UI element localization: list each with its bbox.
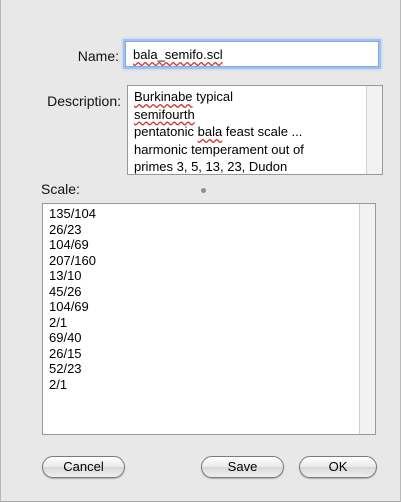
scale-list: 135/104 26/23 104/69 207/160 13/10 45/26 104/6… — [49, 206, 96, 392]
description-text: Burkinabe typical semifourth pentatonic b… — [134, 88, 369, 174]
misspelled-word: Burkinabe — [134, 89, 193, 104]
name-value: bala_semifo.scl — [133, 47, 223, 62]
description-line: Burkinabe typical — [134, 88, 369, 106]
scale-textarea[interactable]: 135/104 26/23 104/69 207/160 13/10 45/26 104/6… — [42, 203, 376, 435]
description-textarea[interactable]: Burkinabe typical semifourth pentatonic b… — [127, 85, 383, 175]
scale-value: 45/26 — [49, 283, 82, 299]
ok-button[interactable]: OK — [299, 456, 377, 478]
scale-value: 69/40 — [49, 330, 82, 345]
description-line: primes 3, 5, 13, 23, Dudon — [134, 158, 369, 174]
scale-value: 2/1 — [49, 314, 68, 330]
scale-value: 26/23 — [49, 221, 82, 237]
scale-value: 26/15 — [49, 345, 82, 361]
scale-value: 2/1 — [49, 376, 68, 392]
description-scrollbar[interactable] — [366, 86, 382, 174]
name-field[interactable]: bala_semifo.scl — [125, 41, 379, 67]
scale-value: 52/23 — [49, 361, 82, 376]
scale-value: 207/160 — [49, 252, 96, 268]
description-text-segment: pentatonic — [134, 124, 198, 139]
scale-label: Scale: — [41, 181, 80, 197]
save-button[interactable]: Save — [201, 456, 284, 478]
scale-value: 135/104 — [49, 206, 96, 221]
description-line: semifourth — [134, 106, 369, 124]
scale-value: 13/10 — [49, 268, 82, 283]
name-label: Name: — [77, 48, 119, 64]
scale-value: 104/69 — [49, 299, 89, 314]
description-line: pentatonic bala feast scale ... — [134, 123, 369, 141]
scale-editor-dialog: Name: bala_semifo.scl Description: Burki… — [0, 0, 401, 502]
misspelled-word: semifourth — [134, 106, 195, 122]
resize-grip-icon[interactable] — [201, 188, 206, 193]
cancel-button[interactable]: Cancel — [42, 456, 125, 478]
misspelled-word: bala — [197, 124, 223, 139]
description-label: Description: — [47, 93, 121, 109]
description-text-segment: feast scale ... — [222, 124, 303, 139]
scale-scrollbar[interactable] — [359, 204, 375, 434]
description-text-segment: primes 3, 5, 13, 23, — [134, 159, 249, 174]
description-text-segment: typical — [192, 89, 234, 104]
misspelled-word: Dudon — [248, 159, 288, 174]
description-text-segment: harmonic temperament out of — [134, 141, 304, 157]
scale-value: 104/69 — [49, 237, 89, 252]
description-line: harmonic temperament out of — [134, 141, 369, 159]
